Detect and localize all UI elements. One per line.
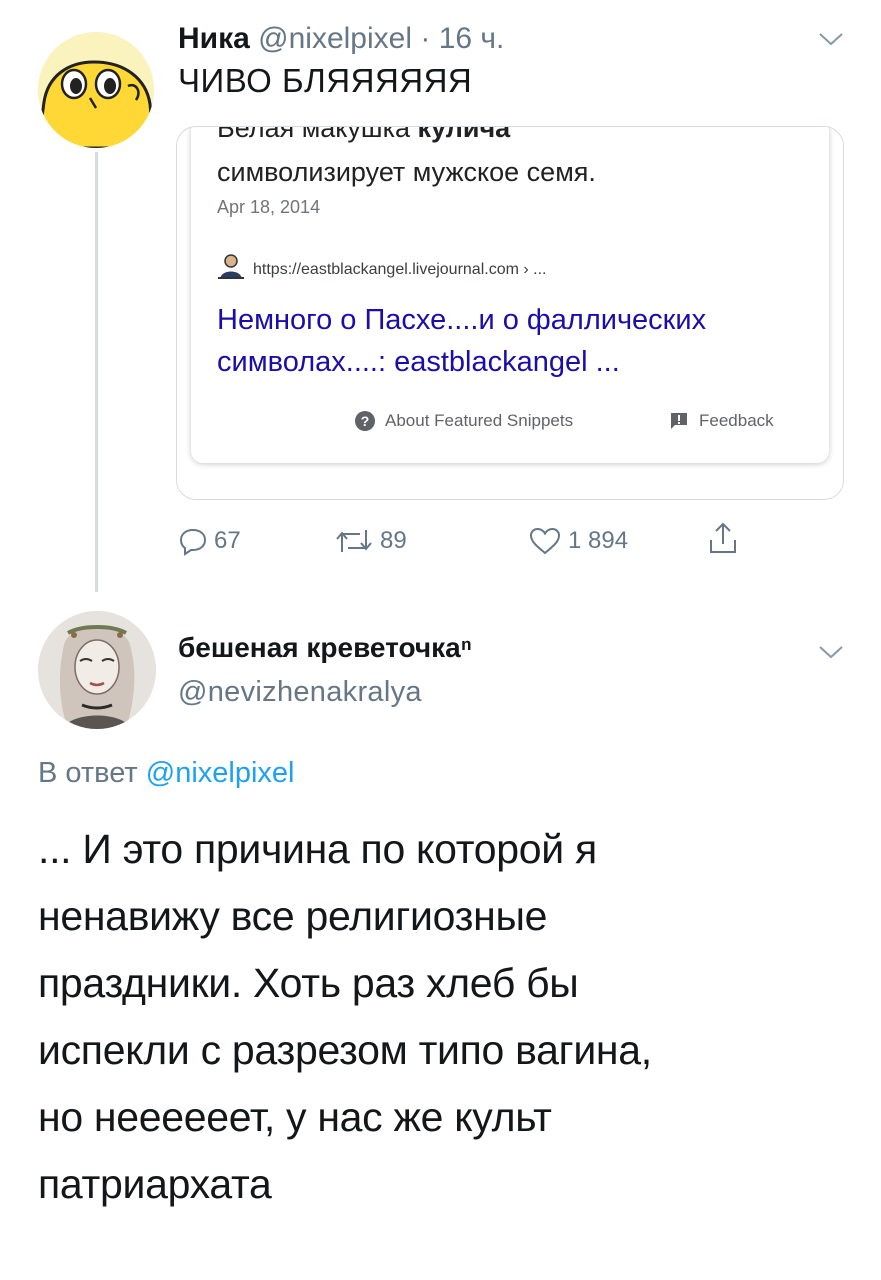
share-button[interactable] <box>708 520 738 556</box>
retweet-count: 89 <box>380 527 407 554</box>
like-icon <box>529 527 561 555</box>
feedback-link[interactable]: Feedback <box>669 411 774 431</box>
chevron-down-icon[interactable] <box>818 32 844 46</box>
featured-snippet-card: Белая макушка кулича символизирует мужск… <box>191 126 829 463</box>
like-count: 1 894 <box>568 527 629 554</box>
author-name[interactable]: Ника <box>178 22 250 55</box>
author-name[interactable]: бешеная креветочкаⁿ <box>178 632 472 664</box>
meta-separator: · <box>412 22 439 55</box>
tweet-text-line: ... И это причина по которой я <box>38 826 597 872</box>
tweet-time[interactable]: 16 ч. <box>439 22 505 55</box>
reply-icon <box>179 528 207 556</box>
about-featured-snippets-link[interactable]: ? About Featured Snippets <box>355 411 573 431</box>
author-handle[interactable]: @nixelpixel <box>258 22 412 55</box>
tweet-text-line: ненавижу все религиозные <box>38 893 548 939</box>
chevron-down-icon[interactable] <box>818 645 844 659</box>
retweet-button[interactable]: 89 <box>334 526 407 556</box>
avatar[interactable] <box>38 611 156 729</box>
reply-button[interactable]: 67 <box>178 526 241 556</box>
snippet-text-top: Белая макушка кулича <box>217 126 511 143</box>
reply-mention-link[interactable]: @nixelpixel <box>146 757 295 789</box>
person-icon <box>218 254 244 279</box>
retweet-icon <box>336 530 372 552</box>
quoted-image[interactable]: Белая макушка кулича символизирует мужск… <box>176 126 844 500</box>
snippet-text: символизирует мужское семя. <box>217 157 596 187</box>
tweet-text-line: патриархата <box>38 1161 272 1207</box>
cartoon-avatar-image <box>38 32 154 148</box>
author-handle[interactable]: @nevizhenakralya <box>178 676 422 709</box>
tweet-header: Ника @nixelpixel · 16 ч. <box>178 22 504 56</box>
snippet-result-link[interactable]: Немного о Пасхе....и о фаллических симво… <box>217 299 817 383</box>
share-icon <box>710 522 736 553</box>
feedback-icon <box>671 413 687 429</box>
like-button[interactable]: 1 894 <box>528 526 628 556</box>
tweet-actions: 67 89 1 894 <box>178 520 778 564</box>
tweet-text-line: праздники. Хоть раз хлеб бы <box>38 960 579 1006</box>
tweet-text-line: испекли с разрезом типо вагина, <box>38 1027 652 1073</box>
reply-count: 67 <box>214 527 241 554</box>
snippet-url[interactable]: https://eastblackangel.livejournal.com ›… <box>253 261 546 279</box>
reply-context: В ответ @nixelpixel <box>38 757 295 789</box>
avatar[interactable] <box>38 32 154 148</box>
thread-connector-line <box>95 152 98 592</box>
tweet-text: ... И это причина по которой я ненавижу … <box>38 816 858 1218</box>
sketch-portrait-avatar-image <box>38 611 156 729</box>
tweet-text-line: но неееееет, у нас же культ <box>38 1094 552 1140</box>
help-icon: ? <box>355 411 375 431</box>
snippet-date: Apr 18, 2014 <box>217 197 321 217</box>
tweet-text: ЧИВО БЛЯЯЯЯЯЯ <box>178 62 473 99</box>
